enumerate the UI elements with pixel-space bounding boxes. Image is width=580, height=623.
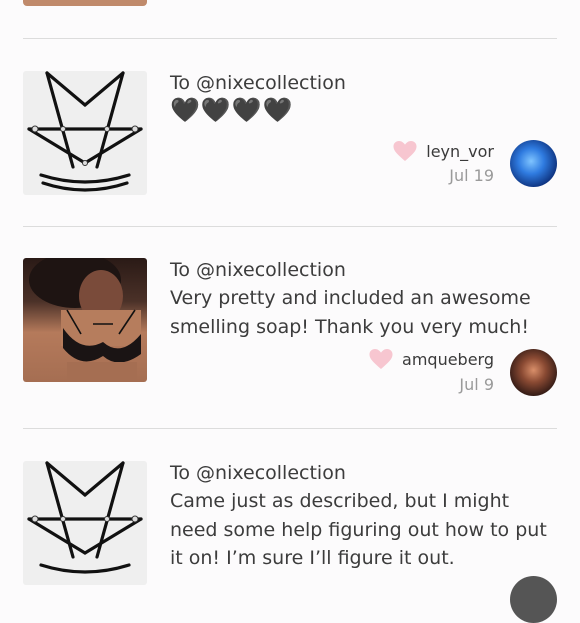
recipient-line[interactable]: To @nixecollection (170, 72, 346, 94)
avatar[interactable] (510, 140, 557, 187)
harness-image (27, 71, 143, 192)
heart-icon (369, 349, 393, 369)
previous-product-thumbnail[interactable] (23, 0, 147, 6)
review-date: Jul 9 (459, 375, 494, 394)
avatar[interactable] (510, 576, 557, 623)
heart-icon (393, 141, 417, 161)
recipient-line[interactable]: To @nixecollection (170, 259, 346, 281)
recipient-line[interactable]: To @nixecollection (170, 462, 346, 484)
review-message: Came just as described, but I might need… (170, 490, 547, 569)
divider (23, 428, 557, 429)
reviewer-row[interactable]: leyn_vor (392, 140, 494, 162)
product-thumbnail[interactable] (23, 258, 147, 382)
bra-image (29, 258, 141, 382)
product-thumbnail[interactable] (23, 461, 147, 585)
reviewer-row[interactable]: amqueberg (368, 348, 494, 370)
divider (23, 226, 557, 227)
product-thumbnail[interactable] (23, 71, 147, 195)
avatar[interactable] (510, 349, 557, 396)
divider (23, 38, 557, 39)
review-date: Jul 19 (449, 166, 494, 185)
harness-image (27, 461, 143, 574)
reviewer-username[interactable]: amqueberg (402, 350, 494, 369)
review-message: Very pretty and included an awesome smel… (170, 287, 531, 338)
review-message: 🖤🖤🖤🖤 (170, 96, 294, 124)
reviewer-username[interactable]: leyn_vor (426, 142, 494, 161)
